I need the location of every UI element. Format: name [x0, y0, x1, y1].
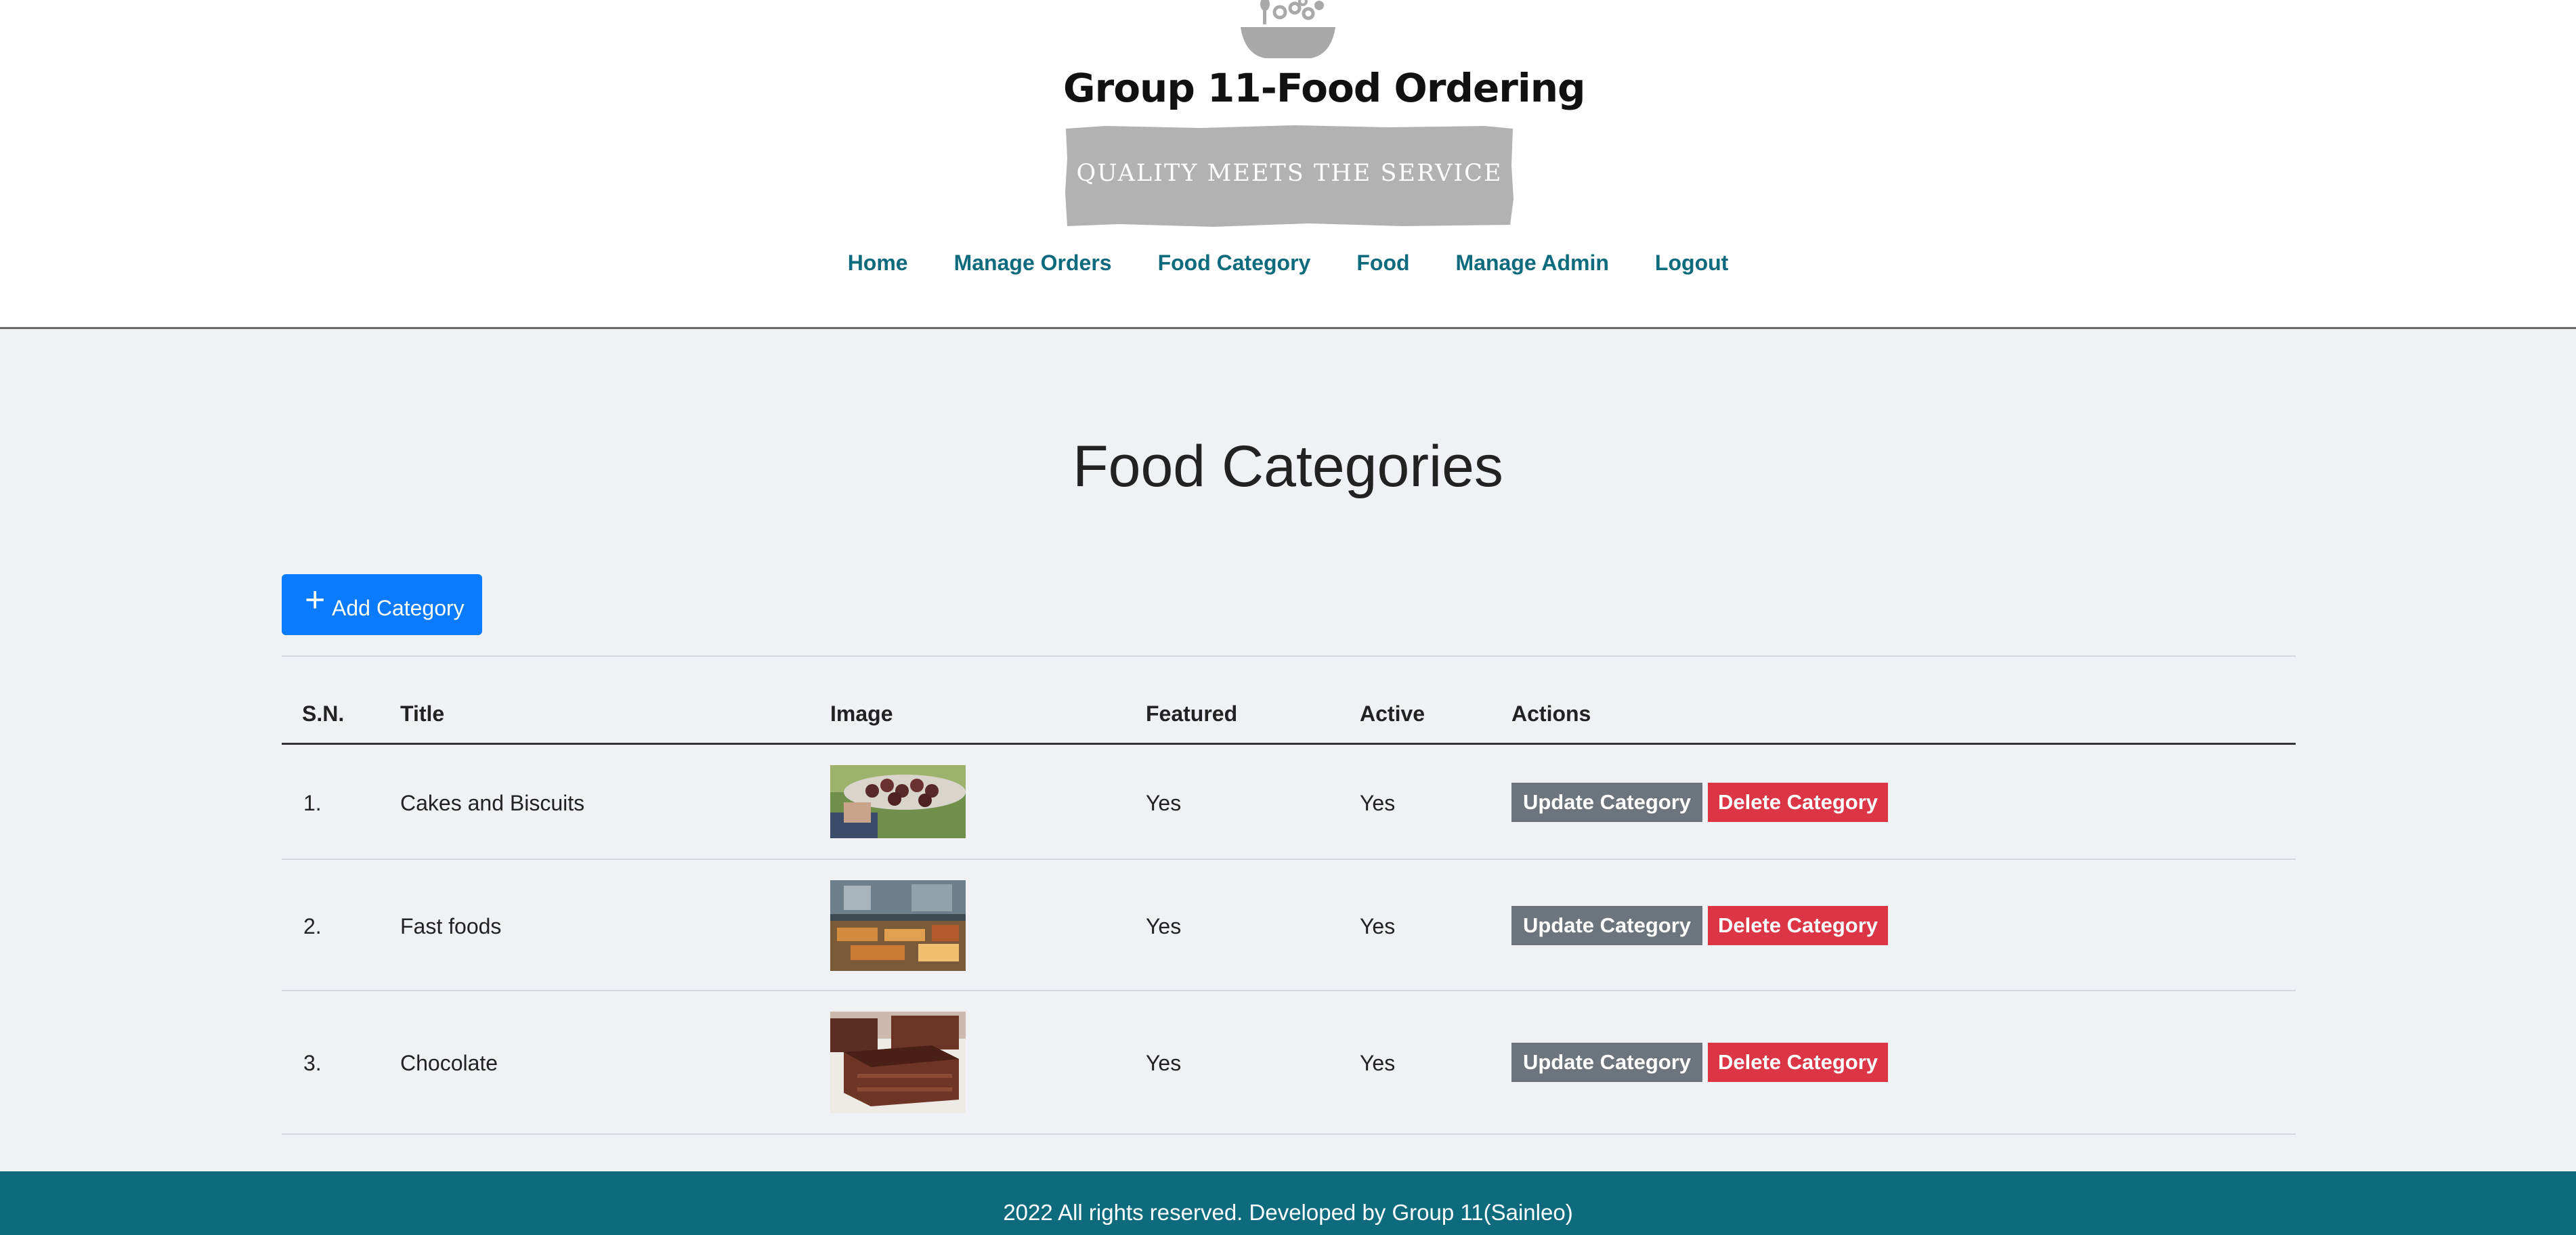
site-header: Group 11-Food Ordering QUALITY MEETS THE…: [0, 0, 2576, 329]
site-footer: 2022 All rights reserved. Developed by G…: [0, 1171, 2576, 1235]
row-title: Cakes and Biscuits: [400, 791, 585, 815]
header-active: Active: [1360, 701, 1425, 726]
header-featured: Featured: [1146, 701, 1238, 726]
table-row: 3. Chocolate Yes Yes Update Category Del…: [282, 991, 2296, 1135]
row-featured: Yes: [1146, 1051, 1182, 1075]
chocolate-cake-thumbnail: [830, 1012, 966, 1113]
brand-name: Group 11-Food Ordering: [1063, 65, 1586, 111]
add-category-button[interactable]: + Add Category: [282, 574, 482, 635]
cupcakes-tray-thumbnail: [830, 765, 966, 838]
table-header: S.N. Title Image Featured Active Actions: [282, 655, 2296, 745]
page-title: Food Categories: [1073, 434, 1503, 499]
nav-food-category[interactable]: Food Category: [1158, 251, 1311, 276]
row-sn: 2.: [303, 914, 322, 938]
row-active: Yes: [1360, 1051, 1396, 1075]
tagline-text: QUALITY MEETS THE SERVICE: [1076, 160, 1503, 187]
row-featured: Yes: [1146, 791, 1182, 815]
header-image: Image: [830, 701, 893, 726]
main-content: Food Categories + Add Category S.N. Titl…: [0, 329, 2576, 1171]
header-actions: Actions: [1511, 701, 1591, 726]
table-row: 1. Cakes and Biscuits Yes Yes Update Cat…: [282, 745, 2296, 860]
delete-category-button[interactable]: Delete Category: [1708, 1043, 1888, 1082]
row-sn: 3.: [303, 1051, 322, 1075]
row-active: Yes: [1360, 914, 1396, 938]
row-featured: Yes: [1146, 914, 1182, 938]
row-active: Yes: [1360, 791, 1396, 815]
food-bowl-icon: [1241, 0, 1335, 58]
footer-text: 2022 All rights reserved. Developed by G…: [1003, 1200, 1573, 1225]
update-category-button[interactable]: Update Category: [1511, 1043, 1702, 1082]
main-nav: Home Manage Orders Food Category Food Ma…: [0, 251, 2576, 276]
fast-food-counter-thumbnail: [830, 880, 966, 971]
tagline-banner: QUALITY MEETS THE SERVICE: [1065, 125, 1514, 228]
update-category-button[interactable]: Update Category: [1511, 783, 1702, 822]
nav-manage-admin[interactable]: Manage Admin: [1456, 251, 1609, 276]
row-title: Chocolate: [400, 1051, 498, 1075]
table-row: 2. Fast foods Yes Yes Update Category De…: [282, 860, 2296, 991]
row-sn: 1.: [303, 791, 322, 815]
nav-home[interactable]: Home: [848, 251, 908, 276]
nav-manage-orders[interactable]: Manage Orders: [954, 251, 1112, 276]
row-title: Fast foods: [400, 914, 502, 938]
add-category-label: Add Category: [332, 596, 465, 620]
header-sn: S.N.: [302, 701, 345, 726]
header-title: Title: [400, 701, 445, 726]
update-category-button[interactable]: Update Category: [1511, 906, 1702, 945]
plus-icon: +: [305, 580, 326, 620]
delete-category-button[interactable]: Delete Category: [1708, 783, 1888, 822]
nav-logout[interactable]: Logout: [1655, 251, 1728, 276]
nav-food[interactable]: Food: [1356, 251, 1409, 276]
delete-category-button[interactable]: Delete Category: [1708, 906, 1888, 945]
